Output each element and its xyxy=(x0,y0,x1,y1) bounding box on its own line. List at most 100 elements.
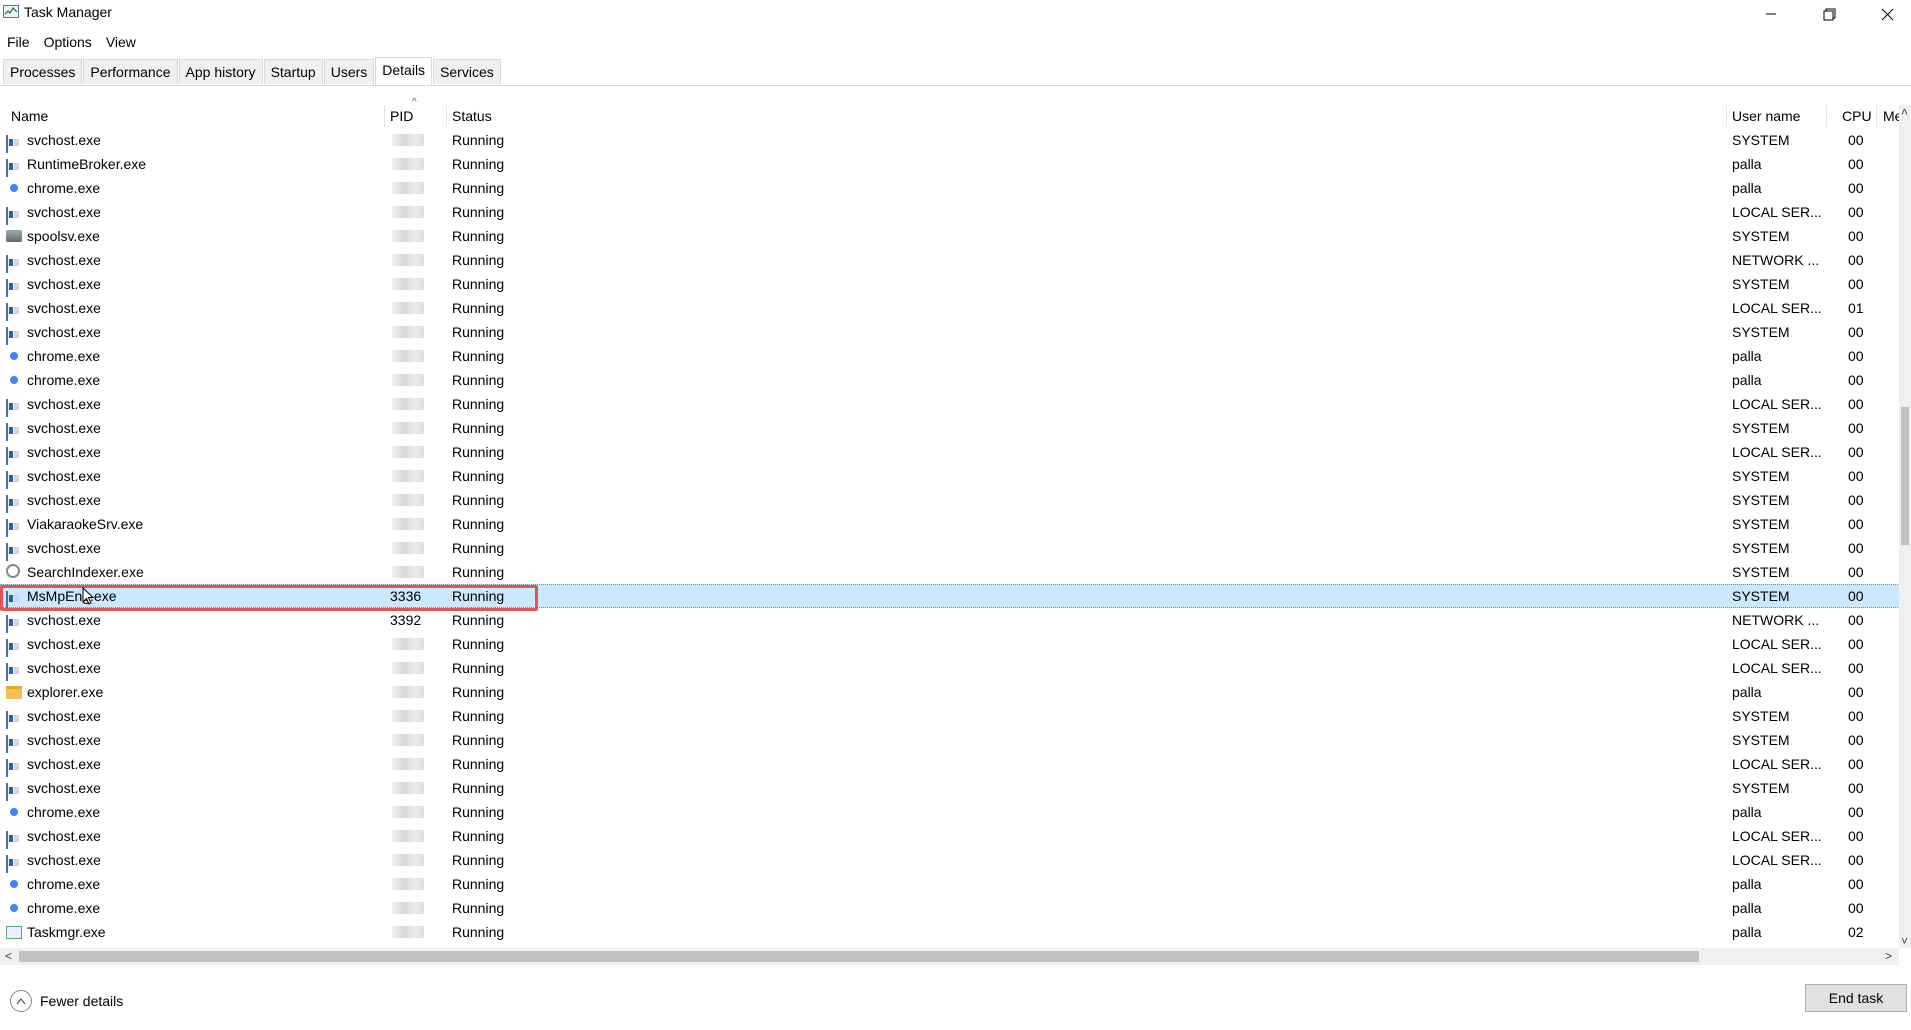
process-cpu: 00 xyxy=(1848,348,1864,364)
column-divider[interactable] xyxy=(1826,105,1827,127)
table-row[interactable]: chrome.exe Running palla 00 xyxy=(0,176,1900,200)
table-row[interactable]: svchost.exe Running SYSTEM 00 xyxy=(0,272,1900,297)
printer-icon xyxy=(6,230,22,242)
close-button[interactable] xyxy=(1858,0,1911,28)
table-row[interactable]: svchost.exe Running SYSTEM 00 xyxy=(0,464,1900,489)
process-status: Running xyxy=(452,876,505,892)
table-row[interactable]: svchost.exe Running LOCAL SER... 00 xyxy=(0,632,1900,657)
service-icon xyxy=(6,159,8,177)
table-row[interactable]: chrome.exe Running palla 00 xyxy=(0,368,1900,392)
table-row[interactable]: svchost.exe Running LOCAL SER... 00 xyxy=(0,824,1900,849)
table-row[interactable]: svchost.exe Running LOCAL SER... 01 xyxy=(0,296,1900,321)
table-row[interactable]: chrome.exe Running palla 00 xyxy=(0,800,1900,824)
menu-file[interactable]: File xyxy=(0,31,37,53)
vertical-scroll-thumb[interactable] xyxy=(1901,407,1909,545)
table-row[interactable]: svchost.exe Running SYSTEM 00 xyxy=(0,536,1900,561)
end-task-button[interactable]: End task xyxy=(1805,984,1907,1012)
tab-performance[interactable]: Performance xyxy=(83,59,178,84)
table-row[interactable]: svchost.exe Running LOCAL SER... 00 xyxy=(0,848,1900,873)
process-cpu: 00 xyxy=(1848,708,1864,724)
redacted-pid xyxy=(392,926,424,938)
process-cpu: 00 xyxy=(1848,396,1864,412)
menu-view[interactable]: View xyxy=(99,31,143,53)
table-row[interactable]: svchost.exe Running LOCAL SER... 00 xyxy=(0,656,1900,681)
redacted-pid xyxy=(392,518,424,530)
process-list: svchost.exe Running SYSTEM 00 RuntimeBroker.… xyxy=(0,128,1900,944)
table-row[interactable]: svchost.exe Running SYSTEM 00 xyxy=(0,728,1900,753)
menu-options[interactable]: Options xyxy=(37,31,99,53)
table-row[interactable]: svchost.exe Running SYSTEM 00 xyxy=(0,488,1900,513)
scroll-up-icon[interactable]: ˄ xyxy=(1901,105,1908,119)
service-icon xyxy=(6,471,8,489)
tab-users[interactable]: Users xyxy=(323,59,375,84)
process-status: Running xyxy=(452,660,505,676)
redacted-pid xyxy=(392,710,424,722)
column-divider[interactable] xyxy=(1876,105,1877,127)
scroll-down-icon[interactable]: ˅ xyxy=(1901,934,1908,948)
scroll-right-icon[interactable]: > xyxy=(1885,949,1892,963)
highlight-annotation xyxy=(0,585,538,611)
horizontal-scroll-thumb[interactable] xyxy=(19,951,1699,962)
sort-ascending-icon: ^ xyxy=(412,97,417,108)
tab-details[interactable]: Details xyxy=(375,57,433,85)
tab-startup[interactable]: Startup xyxy=(263,59,323,84)
table-row[interactable]: chrome.exe Running palla 00 xyxy=(0,896,1900,920)
column-user-name[interactable]: User name xyxy=(1732,105,1800,127)
process-cpu: 00 xyxy=(1848,876,1864,892)
process-status: Running xyxy=(452,732,505,748)
column-divider[interactable] xyxy=(446,105,447,127)
process-cpu: 00 xyxy=(1848,612,1864,628)
table-row[interactable]: spoolsv.exe Running SYSTEM 00 xyxy=(0,224,1900,248)
process-name: svchost.exe xyxy=(27,252,101,268)
restore-button[interactable] xyxy=(1800,0,1858,28)
scroll-left-icon[interactable]: < xyxy=(5,949,12,963)
table-row[interactable]: SearchIndexer.exe Running SYSTEM 00 xyxy=(0,560,1900,584)
redacted-pid xyxy=(392,542,424,554)
table-row[interactable]: svchost.exe Running SYSTEM 00 xyxy=(0,416,1900,441)
table-row[interactable]: svchost.exe Running SYSTEM 00 xyxy=(0,128,1900,153)
process-cpu: 00 xyxy=(1848,468,1864,484)
table-row[interactable]: ViakaraokeSrv.exe Running SYSTEM 00 xyxy=(0,512,1900,537)
table-row[interactable]: svchost.exe Running NETWORK ... 00 xyxy=(0,248,1900,273)
table-row[interactable]: svchost.exe Running SYSTEM 00 xyxy=(0,320,1900,345)
process-user: LOCAL SER... xyxy=(1732,396,1822,412)
column-name[interactable]: Name xyxy=(11,105,48,127)
process-status: Running xyxy=(452,540,505,556)
table-row[interactable]: chrome.exe Running palla 00 xyxy=(0,872,1900,896)
process-cpu: 00 xyxy=(1848,180,1864,196)
column-cpu[interactable]: CPU xyxy=(1842,105,1872,127)
column-divider[interactable] xyxy=(1726,105,1727,127)
column-status[interactable]: Status xyxy=(452,105,492,127)
redacted-pid xyxy=(392,758,424,770)
table-row[interactable]: svchost.exe Running LOCAL SER... 00 xyxy=(0,200,1900,225)
process-user: LOCAL SER... xyxy=(1732,636,1822,652)
menu-bar: File Options View xyxy=(0,31,143,53)
table-row[interactable]: svchost.exe Running LOCAL SER... 00 xyxy=(0,752,1900,777)
table-row[interactable]: svchost.exe Running LOCAL SER... 00 xyxy=(0,440,1900,465)
minimize-button[interactable] xyxy=(1742,0,1800,28)
table-row[interactable]: svchost.exe Running SYSTEM 00 xyxy=(0,776,1900,801)
tab-services[interactable]: Services xyxy=(433,59,501,84)
table-row[interactable]: svchost.exe Running SYSTEM 00 xyxy=(0,704,1900,729)
fewer-details-button[interactable]: Fewer details xyxy=(10,990,123,1012)
table-row[interactable]: Taskmgr.exe Running palla 02 xyxy=(0,920,1900,944)
table-row[interactable]: svchost.exe Running LOCAL SER... 00 xyxy=(0,392,1900,417)
table-row[interactable]: RuntimeBroker.exe Running palla 00 xyxy=(0,152,1900,177)
redacted-pid xyxy=(392,734,424,746)
process-status: Running xyxy=(452,924,505,940)
column-divider[interactable] xyxy=(384,105,385,127)
vertical-scrollbar[interactable]: ˄ ˅ xyxy=(1899,105,1911,948)
column-pid[interactable]: PID xyxy=(390,105,413,127)
tab-processes[interactable]: Processes xyxy=(3,59,83,84)
fewer-details-label: Fewer details xyxy=(40,993,124,1009)
horizontal-scrollbar[interactable]: < > xyxy=(0,948,1899,965)
process-cpu: 02 xyxy=(1848,924,1864,940)
table-row[interactable]: svchost.exe 3392 Running NETWORK ... 00 xyxy=(0,608,1900,633)
table-row[interactable]: chrome.exe Running palla 00 xyxy=(0,344,1900,368)
process-cpu: 00 xyxy=(1848,780,1864,796)
process-status: Running xyxy=(452,156,505,172)
table-row[interactable]: explorer.exe Running palla 00 xyxy=(0,680,1900,704)
process-status: Running xyxy=(452,444,505,460)
process-name: svchost.exe xyxy=(27,396,101,412)
tab-app-history[interactable]: App history xyxy=(178,59,263,84)
